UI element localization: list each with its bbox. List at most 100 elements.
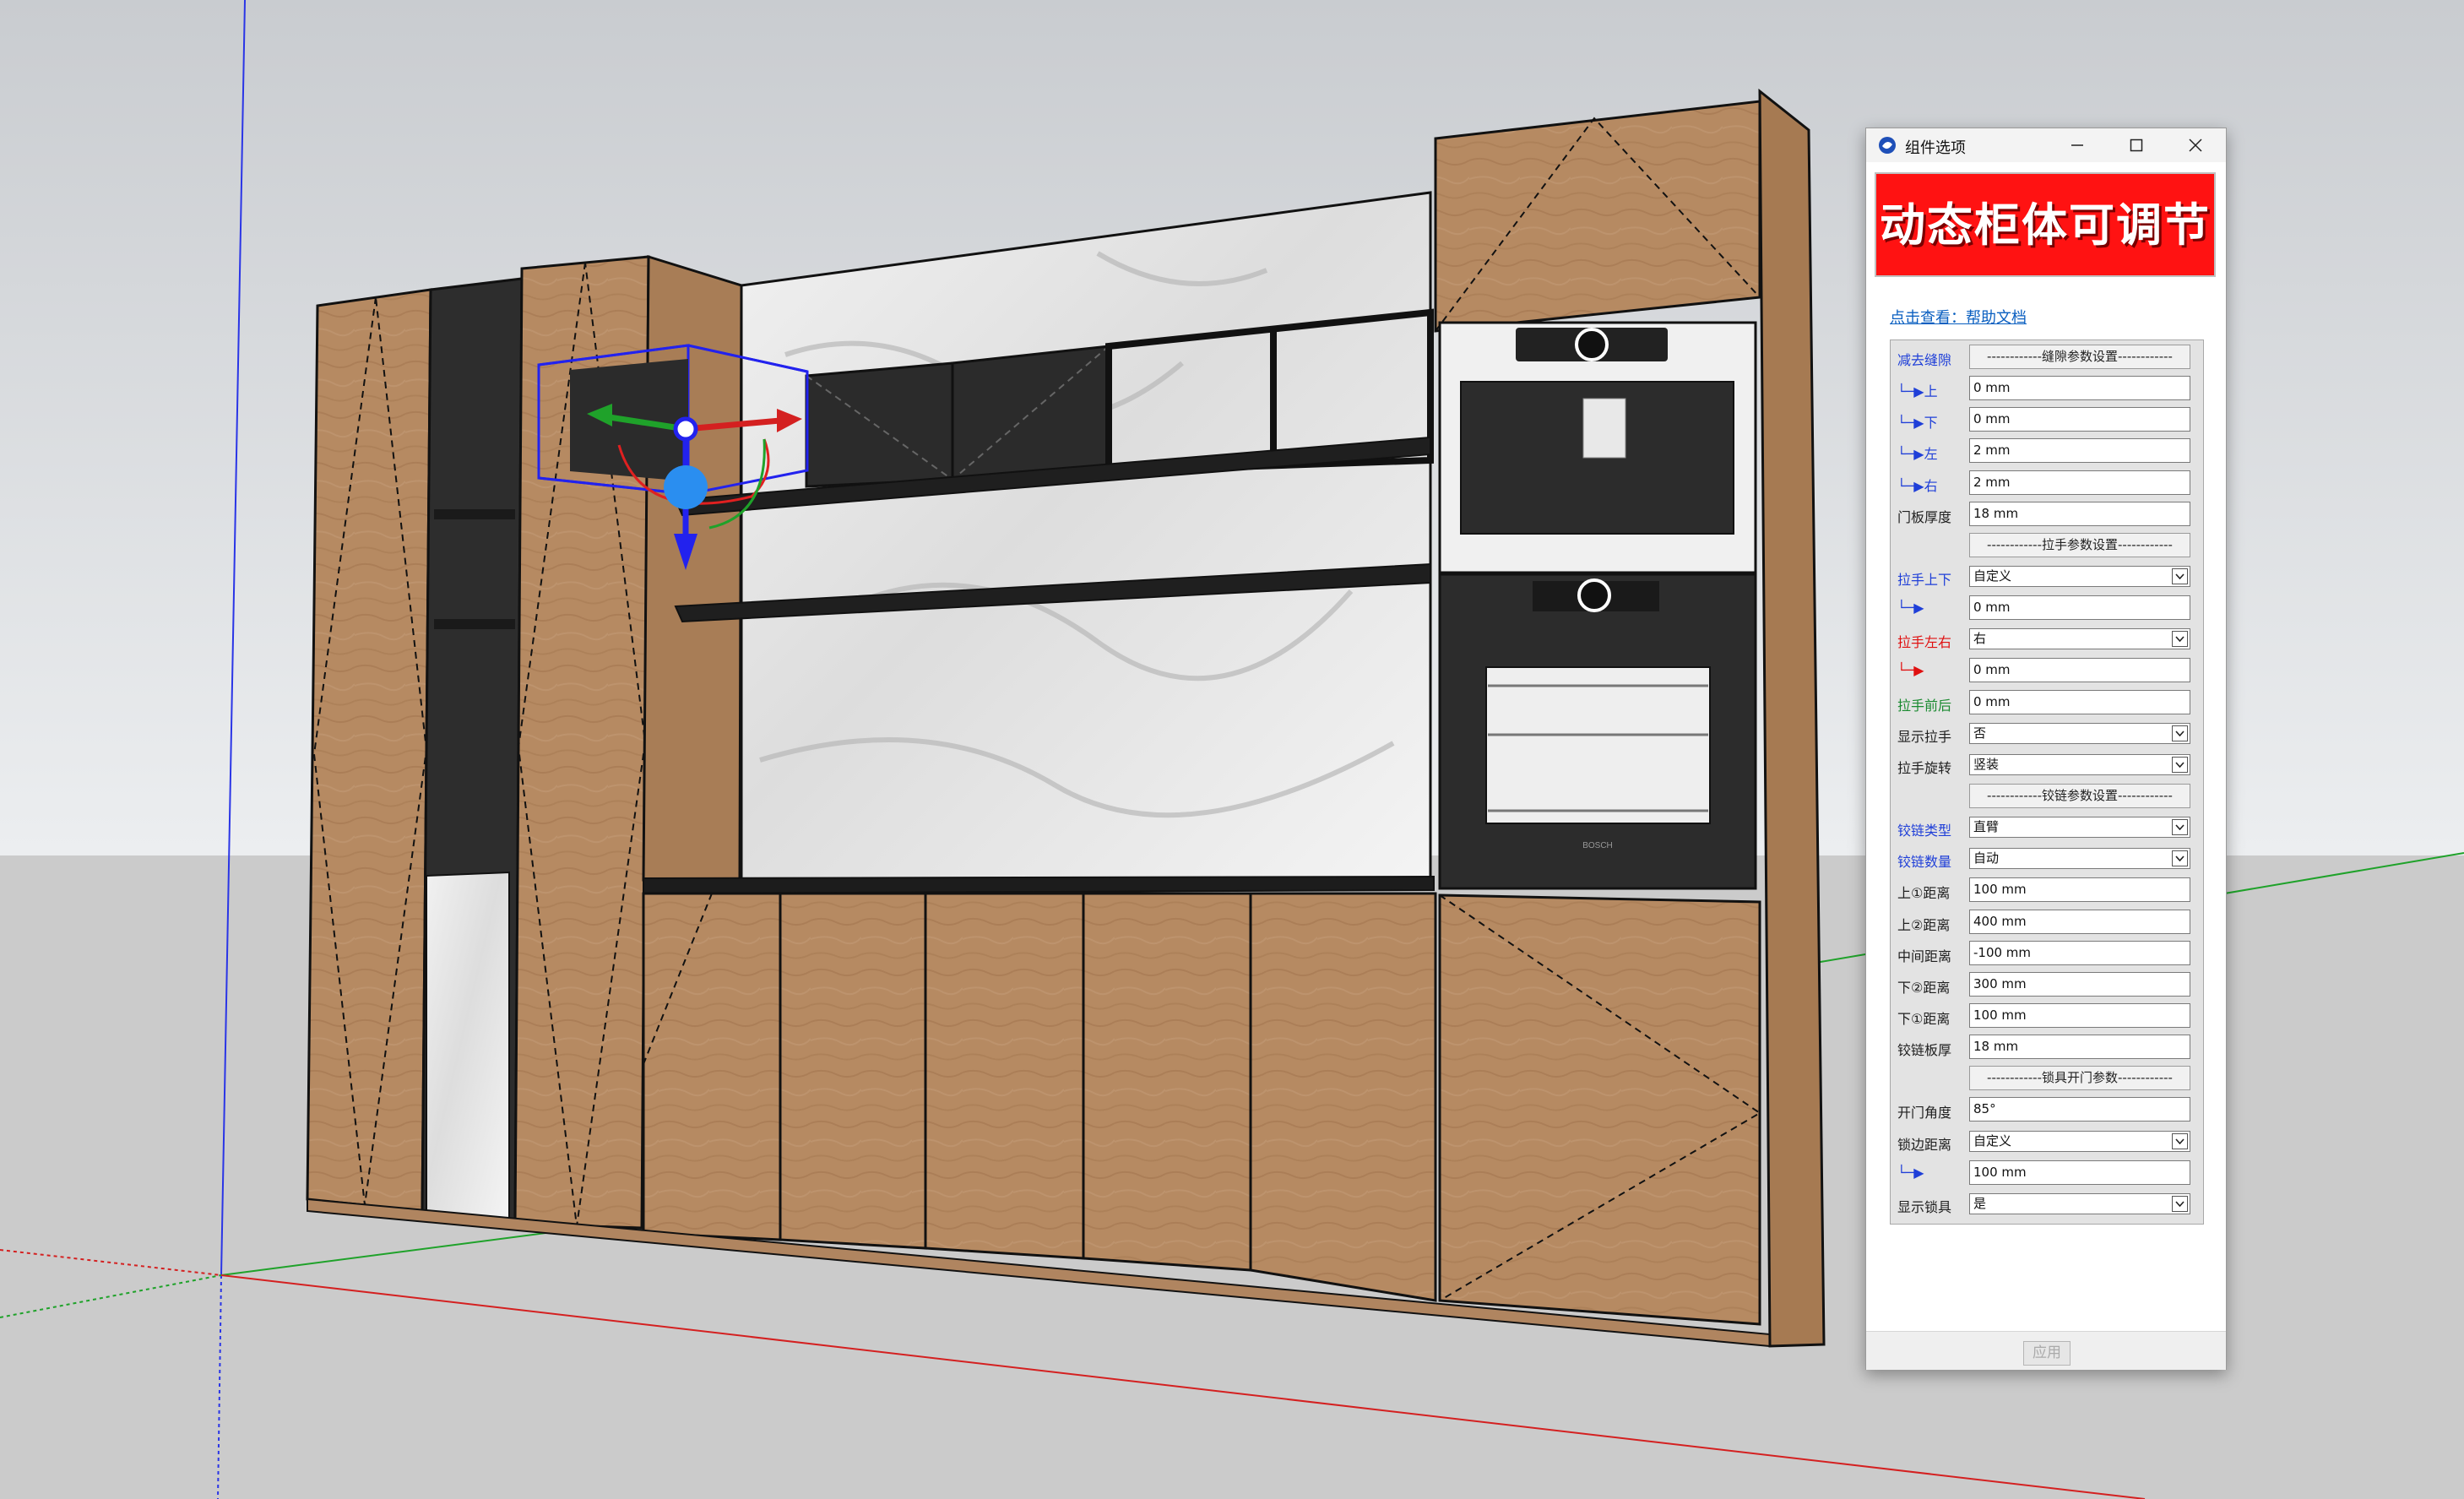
left-cabinet-door[interactable] (306, 288, 432, 1213)
param-row: └─▶ 0 mm (1891, 657, 2205, 684)
param-input[interactable]: 18 mm (1969, 1035, 2190, 1060)
param-label: 拉手上下 (1897, 572, 1952, 588)
param-input[interactable]: 400 mm (1969, 909, 2190, 934)
param-dropdown[interactable]: 是 (1969, 1192, 2190, 1214)
close-button[interactable] (2167, 128, 2226, 162)
section-header: ------------铰链参数设置------------ (1969, 784, 2190, 808)
param-label: 减去缝隙 (1897, 352, 1952, 368)
chevron-down-icon[interactable] (2172, 568, 2188, 584)
param-input[interactable]: 0 mm (1969, 376, 2190, 401)
maximize-button[interactable] (2108, 128, 2167, 162)
param-input[interactable]: 100 mm (1969, 1160, 2190, 1185)
countertop (643, 875, 1435, 895)
param-input[interactable]: 85° (1969, 1097, 2190, 1122)
param-label: 中间距离 (1897, 948, 1952, 964)
param-label: └─▶右 (1897, 477, 1938, 494)
oven-window (1485, 666, 1711, 824)
column-shelf-1 (434, 509, 515, 519)
param-row: ------------拉手参数设置------------ (1891, 532, 2205, 559)
help-doc-link[interactable]: 点击查看：帮助文档 (1890, 306, 2027, 328)
base-door-5[interactable] (1249, 892, 1437, 1302)
param-row: 锁边距离 自定义 (1891, 1128, 2205, 1155)
tall-cabinet-top-door[interactable] (1434, 100, 1761, 333)
param-row: 下①距离 100 mm (1891, 1002, 2205, 1029)
param-row: 上②距离 400 mm (1891, 909, 2205, 936)
maximize-icon (2130, 138, 2143, 152)
param-row: └─▶ 100 mm (1891, 1160, 2205, 1187)
param-row: 上①距离 100 mm (1891, 877, 2205, 904)
param-dropdown[interactable]: 自定义 (1969, 566, 2190, 587)
wall-cabinet-door-1[interactable] (805, 361, 954, 488)
chevron-down-icon[interactable] (2172, 725, 2188, 741)
param-label: 铰链类型 (1897, 823, 1952, 839)
param-label: └─▶ (1897, 600, 1924, 616)
apply-button[interactable]: 应用 (2023, 1341, 2071, 1366)
param-dropdown[interactable]: 否 (1969, 722, 2190, 744)
param-row: 显示拉手 否 (1891, 720, 2205, 747)
param-label: └─▶下 (1897, 415, 1938, 432)
param-input[interactable]: 100 mm (1969, 877, 2190, 903)
param-dropdown[interactable]: 直臂 (1969, 817, 2190, 839)
section-header: ------------锁具开门参数------------ (1969, 1066, 2190, 1091)
param-row: 铰链板厚 18 mm (1891, 1034, 2205, 1061)
wall-cabinet-door-2[interactable] (951, 345, 1110, 481)
param-label: └─▶ (1897, 1164, 1924, 1181)
base-door-2[interactable] (779, 892, 927, 1250)
param-row: 拉手上下 自定义 (1891, 563, 2205, 590)
param-input[interactable]: 100 mm (1969, 1003, 2190, 1028)
param-input[interactable]: 0 mm (1969, 658, 2190, 683)
param-label: 拉手前后 (1897, 697, 1952, 714)
param-input[interactable]: 2 mm (1969, 470, 2190, 495)
param-row: └─▶左 2 mm (1891, 437, 2205, 464)
component-options-dialog: 组件选项 动态柜体可调节 点击查看：帮助文档 减去缝隙 ------------缝… (1865, 128, 2227, 1370)
tall-cabinet-bottom-door[interactable] (1438, 893, 1761, 1326)
column-shelf-2 (434, 619, 515, 629)
base-door-1[interactable] (642, 892, 782, 1241)
param-dropdown[interactable]: 右 (1969, 628, 2190, 650)
param-input[interactable]: 300 mm (1969, 971, 2190, 997)
chevron-down-icon[interactable] (2172, 756, 2188, 773)
param-row: └─▶右 2 mm (1891, 470, 2205, 497)
param-dropdown[interactable]: 自定义 (1969, 1130, 2190, 1152)
oven-dial (1577, 578, 1611, 612)
chevron-down-icon[interactable] (2172, 850, 2188, 867)
param-row: 门板厚度 18 mm (1891, 501, 2205, 528)
banner-text: 动态柜体可调节 (1880, 198, 2211, 252)
param-dropdown[interactable]: 自动 (1969, 848, 2190, 870)
minimize-icon (2071, 144, 2083, 146)
param-label: └─▶ (1897, 662, 1924, 679)
param-label: 铰链数量 (1897, 854, 1952, 871)
param-row: 拉手旋转 竖装 (1891, 752, 2205, 779)
dropdown-value: 右 (1973, 631, 1987, 647)
param-label: 锁边距离 (1897, 1136, 1952, 1153)
param-label: 门板厚度 (1897, 508, 1952, 525)
title-banner: 动态柜体可调节 (1875, 172, 2216, 277)
param-label: 拉手左右 (1897, 634, 1952, 651)
dropdown-value: 否 (1973, 725, 1987, 741)
param-label: 下①距离 (1897, 1011, 1951, 1027)
param-row: 拉手前后 0 mm (1891, 689, 2205, 716)
dropdown-value: 竖装 (1973, 756, 2000, 772)
param-input[interactable]: 0 mm (1969, 407, 2190, 432)
param-dropdown[interactable]: 竖装 (1969, 753, 2190, 775)
param-label: 显示拉手 (1897, 728, 1952, 745)
shelf-column-marble (426, 871, 510, 1224)
param-input[interactable]: 0 mm (1969, 595, 2190, 621)
chevron-down-icon[interactable] (2172, 819, 2188, 836)
param-input[interactable]: -100 mm (1969, 940, 2190, 965)
param-row: 减去缝隙 ------------缝隙参数设置------------ (1891, 344, 2205, 371)
base-door-3[interactable] (924, 892, 1085, 1260)
param-label: 拉手旋转 (1897, 759, 1952, 776)
base-door-4[interactable] (1082, 892, 1252, 1272)
minimize-button[interactable] (2049, 128, 2108, 162)
param-input[interactable]: 2 mm (1969, 438, 2190, 464)
chevron-down-icon[interactable] (2172, 1195, 2188, 1212)
param-input[interactable]: 0 mm (1969, 689, 2190, 714)
chevron-down-icon[interactable] (2172, 631, 2188, 648)
chevron-down-icon[interactable] (2172, 1132, 2188, 1149)
coffee-machine-spout (1582, 398, 1626, 459)
dialog-title: 组件选项 (1905, 139, 1966, 157)
param-row: ------------锁具开门参数------------ (1891, 1065, 2205, 1092)
dialog-titlebar[interactable]: 组件选项 (1866, 128, 2226, 162)
param-input[interactable]: 18 mm (1969, 501, 2190, 526)
